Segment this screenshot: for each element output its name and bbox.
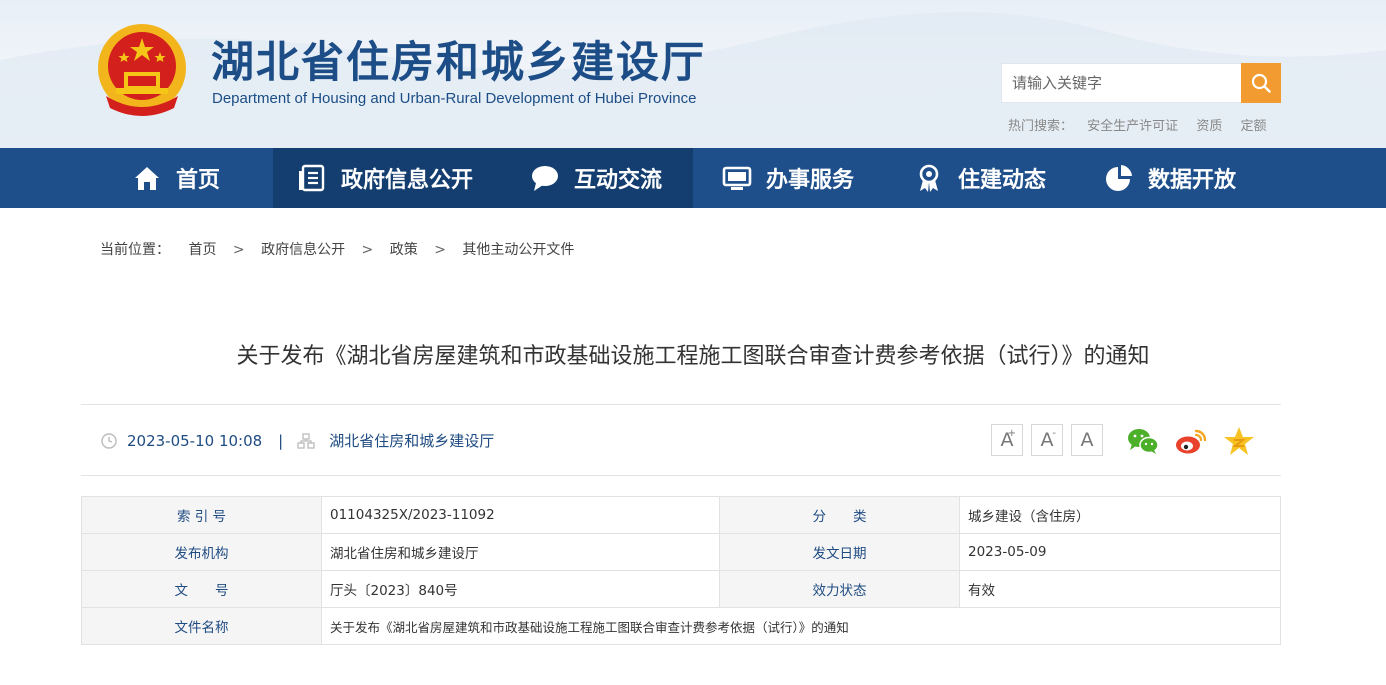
nav-item-news[interactable]: 住建动态 bbox=[914, 148, 1046, 208]
validity-status-value: 有效 bbox=[959, 570, 1281, 608]
site-subtitle: Department of Housing and Urban-Rural De… bbox=[212, 90, 697, 107]
divider bbox=[81, 475, 1281, 476]
nav-item-open-data[interactable]: 数据开放 bbox=[1104, 148, 1236, 208]
national-emblem-logo bbox=[98, 24, 186, 116]
hot-search-term[interactable]: 资质 bbox=[1196, 119, 1222, 134]
font-size-increase-button[interactable]: A + bbox=[991, 424, 1023, 456]
font-size-decrease-button[interactable]: A - bbox=[1031, 424, 1063, 456]
article-meta: 2023-05-10 10:08 | 湖北省住房和城乡建设厅 bbox=[100, 430, 494, 451]
minus-icon: - bbox=[1052, 428, 1056, 439]
share-qzone-button[interactable] bbox=[1222, 424, 1256, 458]
hot-search-label: 热门搜索： bbox=[1008, 119, 1074, 134]
award-icon bbox=[914, 163, 944, 193]
breadcrumb-label: 当前位置： bbox=[100, 242, 170, 258]
organization-icon bbox=[297, 432, 315, 449]
document-list-icon bbox=[297, 163, 327, 193]
document-number-label: 文 号 bbox=[81, 570, 322, 608]
article-title: 关于发布《湖北省房屋建筑和市政基础设施工程施工图联合审查计费参考依据（试行）》的… bbox=[236, 344, 1150, 369]
document-number-value: 厅头〔2023〕840号 bbox=[321, 570, 720, 608]
nav-item-label: 互动交流 bbox=[574, 168, 663, 193]
issue-date-label: 发文日期 bbox=[719, 533, 960, 571]
wechat-icon bbox=[1128, 429, 1159, 454]
hot-search-term[interactable]: 定额 bbox=[1240, 119, 1266, 134]
search-icon bbox=[1251, 73, 1271, 93]
index-number-label: 索 引 号 bbox=[81, 496, 322, 534]
nav-item-label: 住建动态 bbox=[958, 168, 1047, 193]
document-info-table: 索 引 号 01104325X/2023-11092 分 类 城乡建设（含住房）… bbox=[81, 496, 1281, 645]
breadcrumb: 当前位置： 首页 > 政府信息公开 > 政策 > 其他主动公开文件 bbox=[100, 239, 574, 259]
table-row: 索 引 号 01104325X/2023-11092 分 类 城乡建设（含住房） bbox=[81, 496, 1281, 534]
clock-icon bbox=[101, 432, 117, 449]
table-row: 发布机构 湖北省住房和城乡建设厅 发文日期 2023-05-09 bbox=[81, 533, 1281, 571]
validity-status-label: 效力状态 bbox=[719, 570, 960, 608]
index-number-value: 01104325X/2023-11092 bbox=[321, 496, 720, 534]
main-nav: 首页 政府信息公开 互动交流 办事服务 住建动态 数据开放 bbox=[0, 148, 1386, 208]
category-label: 分 类 bbox=[719, 496, 960, 534]
share-buttons bbox=[1126, 424, 1270, 458]
breadcrumb-separator: > bbox=[232, 242, 245, 258]
share-wechat-button[interactable] bbox=[1126, 424, 1160, 458]
issue-date-value: 2023-05-09 bbox=[959, 533, 1281, 571]
font-size-controls: A + A - A bbox=[991, 424, 1111, 456]
hot-search-term[interactable]: 安全生产许可证 bbox=[1087, 119, 1178, 134]
font-size-reset-button[interactable]: A bbox=[1071, 424, 1103, 456]
breadcrumb-separator: > bbox=[434, 242, 446, 258]
breadcrumb-item[interactable]: 其他主动公开文件 bbox=[462, 239, 574, 259]
chat-bubble-icon bbox=[530, 163, 560, 193]
publisher-value: 湖北省住房和城乡建设厅 bbox=[321, 533, 720, 571]
plus-icon: + bbox=[1007, 428, 1016, 439]
site-header: 湖北省住房和城乡建设厅 Department of Housing and Ur… bbox=[0, 0, 1386, 148]
nav-item-label: 首页 bbox=[176, 168, 221, 193]
home-icon bbox=[132, 163, 162, 193]
file-name-value: 关于发布《湖北省房屋建筑和市政基础设施工程施工图联合审查计费参考依据（试行）》的… bbox=[321, 607, 1281, 645]
file-name-label: 文件名称 bbox=[81, 607, 322, 645]
search-input[interactable] bbox=[1002, 64, 1242, 102]
nav-item-label: 数据开放 bbox=[1148, 168, 1237, 193]
pie-chart-icon bbox=[1104, 163, 1134, 193]
search-button[interactable] bbox=[1241, 63, 1281, 103]
breadcrumb-separator: > bbox=[361, 242, 374, 258]
breadcrumb-item[interactable]: 政策 bbox=[390, 239, 418, 259]
nav-item-services[interactable]: 办事服务 bbox=[722, 148, 854, 208]
publish-datetime: 2023-05-10 10:08 bbox=[127, 431, 263, 450]
article-source: 湖北省住房和城乡建设厅 bbox=[329, 432, 495, 450]
publisher-label: 发布机构 bbox=[81, 533, 322, 571]
nav-item-label: 政府信息公开 bbox=[341, 168, 474, 193]
weibo-icon bbox=[1176, 429, 1207, 454]
meta-separator: | bbox=[278, 431, 284, 450]
site-title: 湖北省住房和城乡建设厅 bbox=[211, 38, 706, 88]
table-row: 文 号 厅头〔2023〕840号 效力状态 有效 bbox=[81, 570, 1281, 608]
breadcrumb-item[interactable]: 政府信息公开 bbox=[261, 239, 345, 259]
nav-item-interaction[interactable]: 互动交流 bbox=[530, 148, 662, 208]
monitor-icon bbox=[722, 163, 752, 193]
divider bbox=[81, 404, 1281, 405]
breadcrumb-item[interactable]: 首页 bbox=[188, 239, 216, 259]
category-value: 城乡建设（含住房） bbox=[959, 496, 1281, 534]
table-row: 文件名称 关于发布《湖北省房屋建筑和市政基础设施工程施工图联合审查计费参考依据（… bbox=[81, 607, 1281, 645]
nav-item-home[interactable]: 首页 bbox=[132, 148, 220, 208]
qzone-icon bbox=[1224, 427, 1254, 455]
share-weibo-button[interactable] bbox=[1174, 424, 1208, 458]
nav-item-label: 办事服务 bbox=[766, 168, 855, 193]
search-box bbox=[1001, 63, 1281, 103]
hot-search: 热门搜索： 安全生产许可证 资质 定额 bbox=[1008, 115, 1280, 134]
font-size-label: A bbox=[1080, 429, 1094, 451]
